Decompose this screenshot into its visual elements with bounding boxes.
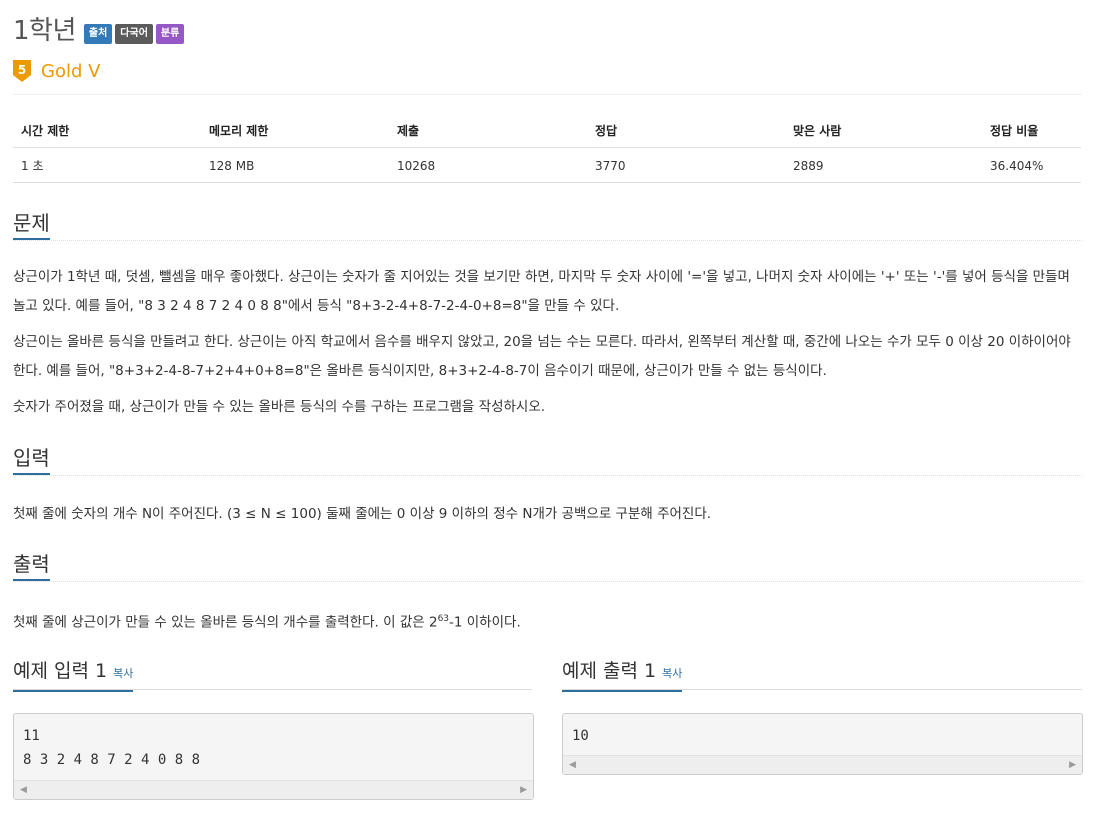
badge-multilang[interactable]: 다국어 — [115, 24, 153, 44]
col-submissions: 제출 — [389, 116, 587, 148]
sample-output-scrollbar[interactable]: ◀ ▶ — [563, 755, 1082, 774]
badge-source[interactable]: 출처 — [83, 24, 113, 44]
copy-sample-output-button[interactable]: 복사 — [662, 667, 682, 680]
problem-description-p2: 상근이는 올바른 등식을 만들려고 한다. 상근이는 아직 학교에서 음수를 배… — [13, 334, 1071, 379]
tier-shield-icon: 5 — [13, 60, 31, 82]
problem-title: 1학년 — [13, 16, 76, 46]
sample-input-title-wrap: 예제 입력 1 복사 — [13, 655, 134, 692]
problem-description-p1: 상근이가 1학년 때, 덧셈, 뺄셈을 매우 좋아했다. 상근이는 숫자가 줄 … — [13, 269, 1070, 314]
col-accepted: 정답 — [587, 116, 785, 148]
input-section-header: 입력 — [13, 443, 1082, 476]
problem-info-table: 시간 제한 메모리 제한 제출 정답 맞은 사람 정답 비율 1 초 128 M… — [13, 116, 1081, 183]
sample-input-text: 11 8 3 2 4 8 7 2 4 0 8 8 — [23, 728, 201, 768]
sample-output-title-wrap: 예제 출력 1 복사 — [562, 655, 683, 692]
copy-sample-input-button[interactable]: 복사 — [113, 667, 133, 680]
problem-badges: 출처 다국어 분류 — [83, 24, 187, 44]
submissions-value: 10268 — [389, 147, 587, 183]
problem-section-title: 문제 — [13, 208, 50, 240]
sample-output-title: 예제 출력 1 — [562, 660, 657, 682]
solved-users-value: 2889 — [785, 147, 982, 183]
info-table-header-row: 시간 제한 메모리 제한 제출 정답 맞은 사람 정답 비율 — [13, 116, 1081, 148]
sample-output-text: 10 — [572, 728, 589, 744]
output-description: 첫째 줄에 상근이가 만들 수 있는 올바른 등식의 개수를 출력한다. 이 값… — [13, 605, 1082, 638]
input-description: 첫째 줄에 숫자의 개수 N이 주어진다. (3 ≤ N ≤ 100) 둘째 줄… — [13, 506, 712, 522]
sample-input-scrollbar[interactable]: ◀ ▶ — [14, 780, 533, 799]
sample-input-box[interactable]: 11 8 3 2 4 8 7 2 4 0 8 8 ◀ ▶ — [13, 713, 534, 800]
title-row: 1학년 출처 다국어 분류 — [13, 14, 187, 48]
col-time-limit: 시간 제한 — [13, 116, 201, 148]
output-section-title: 출력 — [13, 549, 50, 581]
scroll-left-arrow-icon[interactable]: ◀ — [20, 785, 27, 795]
col-accept-ratio: 정답 비율 — [982, 116, 1081, 148]
tier-row: 5 Gold V — [13, 60, 100, 82]
scroll-left-arrow-icon[interactable]: ◀ — [569, 760, 576, 770]
tier-label[interactable]: Gold V — [41, 61, 100, 82]
sample-input-header: 예제 입력 1 복사 — [13, 655, 532, 692]
output-text-after: -1 이하이다. — [449, 614, 521, 631]
problem-description-p3: 숫자가 주어졌을 때, 상근이가 만들 수 있는 올바른 등식의 수를 구하는 … — [13, 399, 546, 415]
scroll-right-arrow-icon[interactable]: ▶ — [520, 785, 527, 795]
output-section-header: 출력 — [13, 549, 1082, 582]
scroll-right-arrow-icon[interactable]: ▶ — [1069, 760, 1076, 770]
output-exponent: 63 — [437, 614, 450, 624]
accept-ratio-value: 36.404% — [982, 147, 1081, 183]
sample-input-title: 예제 입력 1 — [13, 660, 108, 682]
sample-output-box[interactable]: 10 ◀ ▶ — [562, 713, 1083, 775]
col-memory-limit: 메모리 제한 — [201, 116, 389, 148]
col-solved-users: 맞은 사람 — [785, 116, 982, 148]
tier-number: 5 — [18, 63, 26, 77]
time-limit-value: 1 초 — [13, 147, 201, 183]
accepted-value: 3770 — [587, 147, 785, 183]
problem-section-header: 문제 — [13, 208, 1082, 241]
badge-category[interactable]: 분류 — [155, 24, 185, 44]
sample-output-header: 예제 출력 1 복사 — [562, 655, 1082, 692]
header-divider — [13, 94, 1082, 95]
info-table-row: 1 초 128 MB 10268 3770 2889 36.404% — [13, 147, 1081, 183]
output-text-before: 첫째 줄에 상근이가 만들 수 있는 올바른 등식의 개수를 출력한다. 이 값… — [13, 614, 438, 631]
problem-page: 1학년 출처 다국어 분류 5 Gold V 시간 제한 메모리 제한 제출 정… — [0, 0, 1110, 815]
memory-limit-value: 128 MB — [201, 147, 389, 183]
input-section-title: 입력 — [13, 443, 50, 475]
